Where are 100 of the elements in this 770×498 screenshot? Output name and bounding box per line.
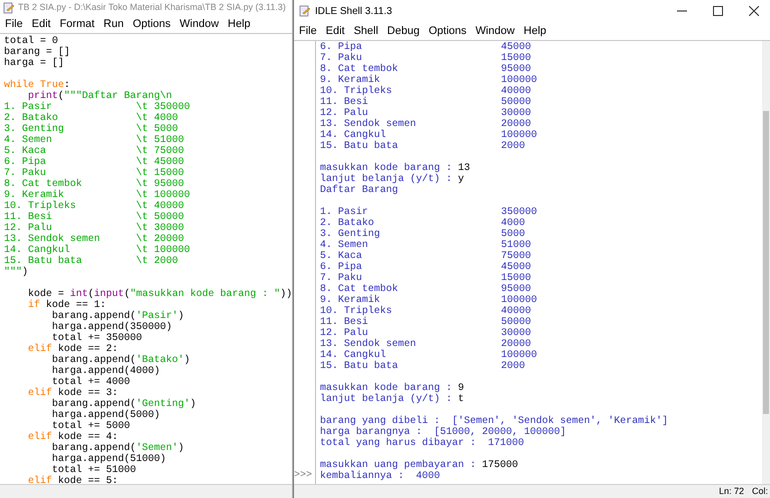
code-line: harga = [] [4, 58, 64, 69]
input-text: y [458, 174, 464, 185]
code-line: 1. Pasir \t 350000 [4, 102, 190, 113]
code-line: kode = int(input("masukkan kode barang : ")) [27, 289, 292, 300]
code-line: while True: [4, 80, 70, 91]
code-line: 10. Tripleks \t 40000 [4, 201, 184, 212]
code-line: total += 51000 [52, 465, 136, 476]
menu-item[interactable]: Options [132, 16, 171, 32]
output-text: 11. Besi [320, 317, 370, 328]
code-line: elif kode == 5: [27, 476, 118, 484]
python-file-icon [299, 5, 311, 17]
output-text: harga barangnya : [51000, 20000, 100000] [320, 427, 566, 438]
output-text: 30000 [501, 328, 532, 339]
line-number: Ln: 72 [718, 484, 744, 498]
menu-item[interactable]: Options [428, 22, 467, 40]
shell-prompt: >>> [294, 470, 314, 481]
code-line: total += 5000 [52, 421, 130, 432]
output-text: 10. Tripleks [320, 86, 394, 97]
output-text: 13. Sendok semen [320, 119, 418, 130]
code-line: 5. Kaca \t 75000 [4, 146, 184, 157]
code-line: if kode == 1: [27, 300, 106, 311]
output-text: 7. Paku [320, 273, 363, 284]
output-text: 6. Pipa [320, 262, 364, 273]
code-line: total += 350000 [52, 333, 142, 344]
code-line: barang.append('Pasir') [51, 311, 184, 322]
output-text: 11. Besi [320, 97, 370, 108]
close-icon[interactable] [749, 6, 759, 16]
output-text: 15. Batu bata [320, 361, 400, 372]
menu-item[interactable]: Window [476, 22, 515, 40]
output-text: 40000 [501, 306, 532, 317]
code-line: 4. Semen \t 51000 [4, 135, 184, 146]
menu-item[interactable]: Shell [354, 22, 378, 40]
scrollbar-thumb[interactable] [763, 111, 769, 414]
code-line: 15. Batu bata \t 2000 [4, 256, 178, 267]
code-line: elif kode == 3: [27, 388, 118, 399]
menu-item[interactable]: File [299, 22, 317, 40]
output-text: 4000 [501, 218, 526, 229]
code-line: total += 4000 [52, 377, 130, 388]
output-text: 51000 [501, 240, 532, 251]
code-line: 11. Besi \t 50000 [4, 212, 184, 223]
menu-item[interactable]: File [5, 16, 23, 32]
menu-item[interactable]: Help [228, 16, 250, 32]
menu-item[interactable]: Format [60, 16, 95, 32]
code-line: 6. Pipa \t 45000 [4, 157, 184, 168]
output-text: lanjut belanja (y/t) : [320, 174, 454, 185]
output-text: 2000 [501, 141, 526, 152]
output-text: 2. Batako [320, 218, 374, 229]
menu-item[interactable]: Help [524, 22, 546, 40]
code-line: 14. Cangkul \t 100000 [4, 245, 190, 256]
output-text: 1. Pasir [320, 207, 368, 218]
output-text: 95000 [501, 64, 532, 75]
maximize-icon[interactable] [713, 6, 723, 16]
scrollbar[interactable] [762, 41, 770, 484]
menu-item[interactable]: Edit [326, 22, 345, 40]
output-text: kembaliannya : 4000 [320, 471, 440, 482]
code-line: barang.append('Genting') [51, 399, 196, 410]
output-text: 12. Palu [320, 328, 368, 339]
input-text: 175000 [482, 460, 518, 471]
code-line: 8. Cat tembok \t 95000 [4, 179, 184, 190]
output-text: 100000 [501, 75, 538, 86]
output-text: 50000 [501, 317, 532, 328]
output-text: 3. Genting [320, 229, 382, 240]
output-text: total yang harus dibayar : 171000 [320, 438, 524, 449]
output-text: 4. Semen [320, 240, 370, 251]
output-text: 8. Cat tembok [320, 284, 400, 295]
menu-item[interactable]: Window [180, 16, 219, 32]
output-text: 12. Palu [320, 108, 368, 119]
output-text: masukkan uang pembayaran : [320, 460, 478, 471]
output-text: lanjut belanja (y/t) : [320, 394, 454, 405]
output-text: barang yang dibeli : ['Semen', 'Sendok semen', 'Keramik'] [320, 416, 668, 427]
output-text: 15000 [501, 273, 532, 284]
menu-item[interactable]: Debug [387, 22, 420, 40]
code-line: 2. Batako \t 4000 [4, 113, 178, 124]
output-text: 6. Pipa [320, 42, 364, 53]
menu-item[interactable]: Edit [32, 16, 51, 32]
window-title: TB 2 SIA.py - D:\Kasir Toko Material Kharisma\TB 2 SIA.py (3.11.3) [18, 0, 286, 14]
output-text: 5. Kaca [320, 251, 364, 262]
code-line: print("""Daftar Barang\n [28, 91, 172, 102]
menu-item[interactable]: Run [104, 16, 124, 32]
code-line: 13. Sendok semen \t 20000 [4, 234, 184, 245]
input-text: 13 [458, 163, 470, 174]
code-line: total = 0 [4, 36, 58, 47]
code-line: harga.append(4000) [51, 366, 160, 377]
code-line: harga.append(51000) [51, 454, 166, 465]
output-text: 7. Paku [320, 53, 363, 64]
output-text: 50000 [501, 97, 532, 108]
python-file-icon [3, 2, 15, 14]
output-text: 45000 [501, 42, 532, 53]
code-line: barang.append('Batako') [51, 355, 190, 366]
output-text: 75000 [501, 251, 532, 262]
code-line: harga.append(5000) [51, 410, 160, 421]
output-text: 13. Sendok semen [320, 339, 418, 350]
window-title: IDLE Shell 3.11.3 [315, 4, 394, 18]
code-line: elif kode == 4: [27, 432, 118, 443]
code-line: harga.append(350000) [51, 322, 172, 333]
code-line: 3. Genting \t 5000 [4, 124, 178, 135]
output-text: 45000 [501, 262, 532, 273]
input-text: t [458, 394, 464, 405]
code-line: 12. Palu \t 30000 [4, 223, 184, 234]
output-text: 350000 [501, 207, 538, 218]
